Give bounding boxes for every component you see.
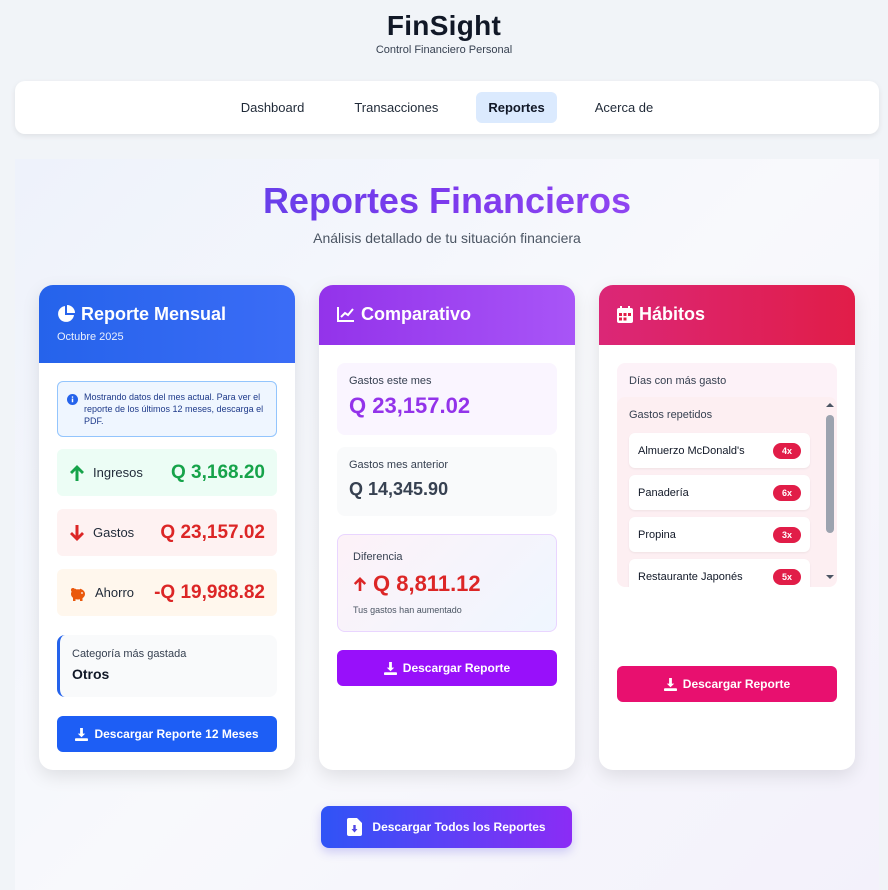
- info-text: Mostrando datos del mes actual. Para ver…: [84, 392, 264, 426]
- count-badge: 3x: [772, 526, 801, 543]
- arrow-up-icon: [353, 577, 367, 591]
- difference-note: Tus gastos han aumentado: [353, 605, 462, 615]
- download-comparative-label: Descargar Reporte: [402, 661, 511, 675]
- download-icon: [75, 727, 89, 741]
- monthly-report-card: Reporte Mensual Octubre 2025 Mostrando d…: [39, 285, 295, 770]
- scroll-down-icon[interactable]: [823, 573, 837, 581]
- list-item: Almuerzo McDonald's 4x: [629, 433, 810, 468]
- comparative-card-header: Comparativo: [319, 285, 575, 345]
- nav-reportes[interactable]: Reportes: [476, 92, 557, 123]
- savings-row: Ahorro -Q 19,988.82: [57, 569, 277, 616]
- monthly-card-title: Reporte Mensual: [81, 304, 227, 324]
- monthly-card-header: Reporte Mensual Octubre 2025: [39, 285, 295, 363]
- savings-label: Ahorro: [95, 585, 135, 600]
- file-download-icon: [347, 818, 363, 836]
- previous-month-box: Gastos mes anterior Q 14,345.90: [337, 447, 557, 516]
- count-badge: 5x: [772, 568, 801, 585]
- download-habits-button[interactable]: Descargar Reporte: [617, 666, 837, 702]
- download-icon: [383, 661, 397, 675]
- download-habits-label: Descargar Reporte: [682, 677, 791, 691]
- download-12-months-label: Descargar Reporte 12 Meses: [94, 727, 259, 741]
- info-notice: Mostrando datos del mes actual. Para ver…: [57, 381, 277, 437]
- download-12-months-button[interactable]: Descargar Reporte 12 Meses: [57, 716, 277, 752]
- download-comparative-button[interactable]: Descargar Reporte: [337, 650, 557, 686]
- top-days-label: Días con más gasto: [629, 375, 727, 387]
- nav-dashboard[interactable]: Dashboard: [229, 92, 317, 123]
- income-label: Ingresos: [93, 465, 143, 480]
- previous-month-value: Q 14,345.90: [349, 479, 449, 499]
- page-title: Reportes Financieros: [15, 181, 879, 221]
- comparative-card-title: Comparativo: [361, 304, 472, 324]
- previous-month-label: Gastos mes anterior: [349, 459, 449, 471]
- pie-chart-icon: [58, 305, 75, 322]
- habits-card: Hábitos Días con más gasto 2 10 1 Gastos…: [599, 285, 855, 770]
- line-chart-icon: [337, 307, 354, 322]
- count-badge: 4x: [772, 442, 801, 459]
- scrollbar[interactable]: [823, 397, 837, 587]
- expense-label: Gastos: [93, 525, 135, 540]
- arrow-up-icon: [70, 464, 84, 481]
- repeated-expenses-box: Gastos repetidos Almuerzo McDonald's 4x …: [617, 397, 837, 587]
- reports-section: Reportes Financieros Análisis detallado …: [15, 159, 879, 890]
- difference-label: Diferencia: [353, 551, 403, 563]
- repeated-expenses-label: Gastos repetidos: [629, 409, 713, 421]
- habits-card-title: Hábitos: [639, 304, 706, 324]
- current-month-box: Gastos este mes Q 23,157.02: [337, 363, 557, 435]
- download-all-label: Descargar Todos los Reportes: [372, 820, 546, 834]
- scrollbar-thumb[interactable]: [826, 415, 834, 533]
- top-category-box: Categoría más gastada Otros: [57, 635, 277, 697]
- monthly-period: Octubre 2025: [57, 331, 124, 343]
- arrow-down-icon: [70, 524, 84, 541]
- difference-box: Diferencia Q 8,811.12 Tus gastos han aum…: [337, 534, 557, 632]
- brand-title: FinSight: [386, 10, 502, 41]
- top-category-label: Categoría más gastada: [72, 648, 187, 660]
- top-category-value: Otros: [72, 666, 110, 682]
- income-row: Ingresos Q 3,168.20: [57, 449, 277, 496]
- list-item: Panadería 6x: [629, 475, 810, 510]
- list-item: Propina 3x: [629, 517, 810, 552]
- page-subtitle: Análisis detallado de tu situación finan…: [313, 230, 581, 246]
- difference-value: Q 8,811.12: [373, 571, 481, 596]
- count-badge: 6x: [772, 484, 801, 501]
- expense-row: Gastos Q 23,157.02: [57, 509, 277, 556]
- app-header: FinSight Control Financiero Personal: [0, 10, 888, 56]
- current-month-value: Q 23,157.02: [349, 393, 471, 418]
- nav-transacciones[interactable]: Transacciones: [342, 92, 450, 123]
- scroll-up-icon[interactable]: [823, 401, 837, 409]
- repeated-name: Almuerzo McDonald's: [638, 444, 745, 457]
- brand-tagline: Control Financiero Personal: [375, 44, 513, 56]
- piggy-bank-icon: [71, 587, 85, 601]
- download-all-button[interactable]: Descargar Todos los Reportes: [321, 806, 572, 848]
- repeated-name: Propina: [638, 528, 676, 541]
- repeated-name: Panadería: [638, 486, 689, 499]
- comparative-card: Comparativo Gastos este mes Q 23,157.02 …: [319, 285, 575, 770]
- calendar-icon: [617, 305, 633, 323]
- list-item: Restaurante Japonés 5x: [629, 559, 810, 587]
- repeated-name: Restaurante Japonés: [638, 570, 743, 583]
- download-icon: [663, 677, 677, 691]
- info-icon: [67, 394, 78, 405]
- savings-value: -Q 19,988.82: [154, 581, 265, 603]
- income-value: Q 3,168.20: [170, 461, 265, 483]
- main-nav: Dashboard Transacciones Reportes Acerca …: [15, 81, 879, 134]
- nav-acerca-de[interactable]: Acerca de: [583, 92, 666, 123]
- current-month-label: Gastos este mes: [349, 375, 432, 387]
- habits-card-header: Hábitos: [599, 285, 855, 345]
- expense-value: Q 23,157.02: [160, 521, 265, 543]
